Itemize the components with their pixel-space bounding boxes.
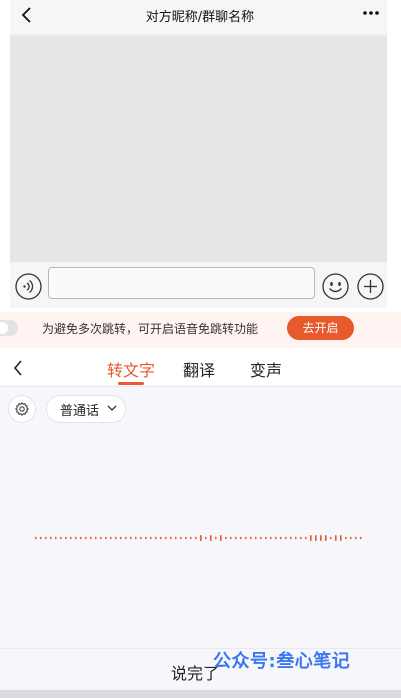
waveform-bar (150, 536, 152, 540)
waveform-bar (255, 536, 257, 540)
waveform-bar (140, 536, 142, 540)
waveform-bar (95, 536, 97, 540)
voice-waveform (35, 535, 362, 541)
chat-message-area (10, 36, 387, 262)
waveform-bar (35, 536, 37, 540)
waveform-bar (350, 536, 352, 540)
waveform-bar (290, 536, 292, 540)
waveform-bar (280, 536, 282, 540)
waveform-bar (125, 536, 127, 540)
banner-text: 为避免多次跳转，可开启语音免跳转功能 (42, 322, 259, 336)
waveform-bar (55, 536, 57, 540)
waveform-bar (60, 536, 62, 540)
chat-title: 对方昵称/群聊名称 (145, 10, 255, 25)
waveform-bar (295, 536, 297, 540)
waveform-bar (40, 536, 42, 540)
waveform-bar (260, 536, 262, 540)
tab-voice-change[interactable]: 变声 (250, 357, 282, 381)
waveform-bar (170, 536, 172, 540)
watermark: 公众号:叁心笔记 (213, 651, 351, 672)
waveform-bar (310, 535, 312, 541)
plus-icon[interactable] (357, 273, 384, 300)
waveform-bar (85, 536, 87, 540)
language-label: 普通话 (60, 404, 100, 419)
waveform-bar (275, 536, 277, 540)
emoji-icon[interactable] (322, 273, 349, 300)
voice-icon[interactable] (15, 273, 42, 300)
waveform-bar (340, 535, 342, 541)
waveform-bar (65, 536, 67, 540)
waveform-bar (100, 536, 102, 540)
waveform-bar (305, 536, 307, 540)
waveform-bar (45, 536, 47, 540)
back-icon[interactable] (12, 359, 24, 377)
waveform-bar (265, 536, 267, 540)
more-icon[interactable] (362, 6, 380, 20)
waveform-bar (75, 536, 77, 540)
waveform-bar (190, 536, 192, 540)
waveform-bar (200, 535, 202, 541)
waveform-bar (130, 536, 132, 540)
waveform-bar (325, 535, 327, 541)
waveform-bar (135, 536, 137, 540)
waveform-bar (195, 536, 197, 540)
waveform-bar (235, 536, 237, 540)
waveform-bar (360, 536, 362, 540)
waveform-bar (70, 536, 72, 540)
waveform-bar (330, 536, 332, 540)
waveform-bar (105, 536, 107, 540)
waveform-bar (165, 536, 167, 540)
waveform-bar (250, 536, 252, 540)
waveform-bar (215, 536, 217, 540)
tab-translate[interactable]: 翻译 (183, 357, 215, 381)
waveform-bar (155, 536, 157, 540)
waveform-bar (270, 536, 272, 540)
waveform-bar (285, 536, 287, 540)
bottom-bar (0, 690, 401, 698)
back-icon[interactable] (20, 6, 34, 26)
waveform-bar (205, 536, 207, 540)
enable-button[interactable]: 去开启 (287, 316, 354, 340)
waveform-bar (320, 535, 322, 541)
waveform-bar (240, 536, 242, 540)
waveform-bar (50, 536, 52, 540)
waveform-bar (230, 536, 232, 540)
waveform-bar (220, 535, 222, 541)
waveform-bar (300, 536, 302, 540)
waveform-bar (115, 536, 117, 540)
waveform-bar (185, 536, 187, 540)
waveform-bar (80, 536, 82, 540)
finish-speaking-button[interactable]: 说完了 (171, 660, 219, 684)
waveform-bar (175, 536, 177, 540)
waveform-bar (145, 536, 147, 540)
waveform-bar (315, 535, 317, 541)
waveform-bar (210, 535, 212, 541)
tab-speech-to-text[interactable]: 转文字 (107, 357, 155, 381)
tab-active-indicator (118, 382, 144, 385)
divider (0, 386, 401, 387)
waveform-bar (225, 536, 227, 540)
waveform-bar (120, 536, 122, 540)
message-input[interactable] (48, 267, 315, 299)
waveform-bar (355, 536, 357, 540)
waveform-bar (90, 536, 92, 540)
gear-icon (14, 401, 30, 417)
waveform-bar (345, 536, 347, 540)
waveform-bar (335, 535, 337, 541)
chevron-down-icon (107, 405, 117, 411)
waveform-bar (160, 536, 162, 540)
waveform-bar (110, 536, 112, 540)
waveform-bar (180, 536, 182, 540)
waveform-bar (245, 536, 247, 540)
